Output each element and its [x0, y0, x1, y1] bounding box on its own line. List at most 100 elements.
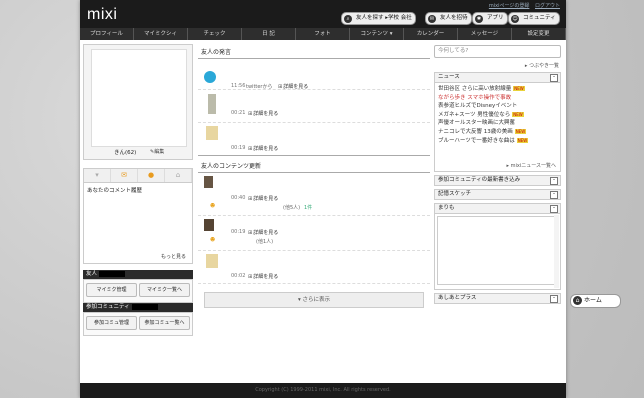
app-icon: ✱: [475, 14, 483, 23]
nav-calendar[interactable]: カレンダー: [404, 28, 458, 40]
nav-photo[interactable]: フォト: [296, 28, 350, 40]
friends-list-button[interactable]: マイミク一覧へ: [139, 283, 190, 297]
minimize-icon[interactable]: –: [550, 74, 558, 82]
friend-voices-title: 友人の発言: [198, 46, 430, 59]
logout-link[interactable]: ログアウト: [535, 3, 560, 9]
smile-icon: ☻: [210, 203, 216, 209]
profile-photo[interactable]: [91, 49, 187, 147]
friends-actions: マイミク管理 マイミク一覧へ: [83, 279, 193, 303]
news-item[interactable]: 表参道ヒルズでDisneyイベント: [438, 102, 557, 111]
smile-icon: ☻: [210, 237, 216, 243]
detail-link[interactable]: 詳細を見る: [248, 110, 278, 117]
friends-header: 友人: [83, 270, 193, 279]
tsubuyaki-list-link[interactable]: ▸ つぶやき一覧: [434, 62, 559, 69]
friend-avatar[interactable]: [206, 254, 218, 268]
invite-button[interactable]: ✉ 友人を招待: [425, 12, 472, 25]
manage-friends-button[interactable]: マイミク管理: [86, 283, 137, 297]
find-friends-button[interactable]: ⌕ 友人を探す ▸学校 会社: [341, 12, 416, 25]
right-column: 今何してる? ▸ つぶやき一覧 ニュース – 世田谷区 さらに高い放射線量 NEW …: [434, 45, 561, 304]
voice-item: 11:56 twitterから 詳細を見る: [198, 59, 430, 90]
voice-item: 00:21 詳細を見る: [198, 90, 430, 123]
marimo-header: まりも –: [434, 203, 561, 214]
nav-diary[interactable]: 日 記: [242, 28, 296, 40]
friend-avatar[interactable]: [208, 94, 216, 114]
community-posts-header: 参加コミュニティの最新書き込み –: [434, 175, 561, 186]
show-more-button[interactable]: ▾ さらに表示: [204, 292, 424, 308]
community-header: 参加コミュニティ: [83, 303, 193, 312]
nav-settings[interactable]: 設定変更: [512, 28, 566, 40]
left-column: きん(62) ✎編集 ▾ ✉ ● ⌂ あなたのコメント履歴 もっと見る 友人 マ…: [83, 44, 193, 336]
new-badge: NEW: [514, 128, 527, 134]
page-register-link[interactable]: mixiページの登録: [489, 3, 530, 9]
nav-message[interactable]: メッセージ: [458, 28, 512, 40]
news-item[interactable]: メガネ+スーツ 男性優位なら NEW: [438, 111, 557, 120]
comment-more-link[interactable]: もっと見る: [161, 253, 186, 260]
friend-avatar[interactable]: [206, 126, 218, 140]
minimize-icon[interactable]: –: [550, 191, 558, 199]
top-links: mixiページの登録 ログアウト: [485, 2, 560, 9]
mixi-logo[interactable]: mixi: [87, 6, 117, 24]
minimize-icon[interactable]: –: [550, 205, 558, 213]
person-tab-icon[interactable]: ●: [138, 169, 165, 182]
news-item[interactable]: ブルーハーツで一番好きな曲は NEW: [438, 137, 557, 146]
news-item[interactable]: 世田谷区 さらに高い放射線量 NEW: [438, 85, 557, 94]
search-icon: ⌕: [344, 14, 352, 23]
nav-check[interactable]: チェック: [188, 28, 242, 40]
voice-item: 00:19 詳細を見る: [198, 123, 430, 156]
profile-box: きん(62) ✎編集: [83, 44, 193, 160]
minimize-icon[interactable]: –: [550, 177, 558, 185]
detail-link[interactable]: 詳細を見る: [278, 83, 308, 90]
marimo-frame[interactable]: [437, 216, 558, 285]
mail-icon: ✉: [428, 14, 436, 23]
home-button[interactable]: ホーム: [570, 294, 621, 308]
update-item: 00:02 詳細を見る: [198, 251, 430, 284]
memory-sketch-header: 記憶スケッチ –: [434, 189, 561, 200]
news-all-link[interactable]: ▸ mixiニュース一覧へ: [507, 162, 556, 169]
community-button[interactable]: ☺ コミュニティ: [508, 12, 560, 25]
detail-link[interactable]: 詳細を見る: [248, 229, 278, 236]
edit-profile-link[interactable]: ✎編集: [150, 148, 164, 155]
new-badge: NEW: [512, 111, 524, 117]
news-header: ニュース –: [434, 72, 561, 83]
comment-history-title: あなたのコメント履歴: [87, 188, 143, 194]
detail-link[interactable]: 詳細を見る: [248, 273, 278, 280]
minimize-icon[interactable]: –: [550, 295, 558, 303]
community-actions: 参加コミュ管理 参加コミュ一覧へ: [83, 312, 193, 336]
status-input[interactable]: 今何してる?: [434, 45, 561, 58]
detail-link[interactable]: 詳細を見る: [248, 195, 278, 202]
friend-avatar[interactable]: [204, 176, 213, 188]
footer: Copyright (C) 1999-2011 mixi, Inc. All r…: [80, 383, 566, 398]
center-column: 友人の発言 11:56 twitterから 詳細を見る 00:21 詳細を見る …: [198, 46, 430, 308]
main-nav: プロフィール マイミクシィ チェック 日 記 フォト コンテンツ ▾ カレンダー…: [80, 28, 566, 40]
nav-profile[interactable]: プロフィール: [80, 28, 134, 40]
news-list: 世田谷区 さらに高い放射線量 NEW ながら歩き スマホ操作で事故 表参道ヒルズで…: [434, 83, 561, 172]
app-button[interactable]: ✱ アプリ: [472, 12, 508, 25]
message-tab-icon[interactable]: ✉: [111, 169, 138, 182]
nav-contents[interactable]: コンテンツ ▾: [350, 28, 404, 40]
profile-name: きん(62): [114, 150, 137, 156]
news-item[interactable]: 声優オールスター映画に大興奮: [438, 119, 557, 128]
new-badge: NEW: [516, 137, 529, 143]
news-item[interactable]: ナニコレで大反響 13歳の美画 NEW: [438, 128, 557, 137]
header: mixi mixiページの登録 ログアウト ⌕ 友人を探す ▸学校 会社 ✉ 友人を…: [80, 0, 566, 28]
update-item: 00:40 詳細を見る ☻ (他5人) 1件: [198, 173, 430, 216]
community-list-button[interactable]: 参加コミュ一覧へ: [139, 316, 190, 330]
new-badge: NEW: [513, 86, 525, 91]
news-item[interactable]: ながら歩き スマホ操作で事故: [438, 94, 557, 103]
marimo-box: [434, 214, 561, 290]
community-icon: ☺: [511, 14, 519, 23]
manage-community-button[interactable]: 参加コミュ管理: [86, 316, 137, 330]
redacted-block: [99, 270, 126, 277]
detail-link[interactable]: 詳細を見る: [248, 145, 278, 152]
update-item: 00:19 詳細を見る ☻ (他1人): [198, 216, 430, 251]
friend-updates-title: 友人のコンテンツ更新: [198, 160, 430, 173]
scrollbar[interactable]: [554, 215, 559, 288]
redacted-block: [131, 303, 158, 310]
friend-avatar[interactable]: [204, 219, 214, 231]
home-tab-icon[interactable]: ⌂: [165, 169, 192, 182]
nav-mymixi[interactable]: マイミクシィ: [134, 28, 188, 40]
status-tabs: ▾ ✉ ● ⌂: [83, 168, 193, 183]
voice-tab-icon[interactable]: ▾: [84, 169, 111, 182]
ashiato-header: あしあとプラス –: [434, 293, 561, 304]
twitter-avatar-icon[interactable]: [204, 71, 216, 83]
